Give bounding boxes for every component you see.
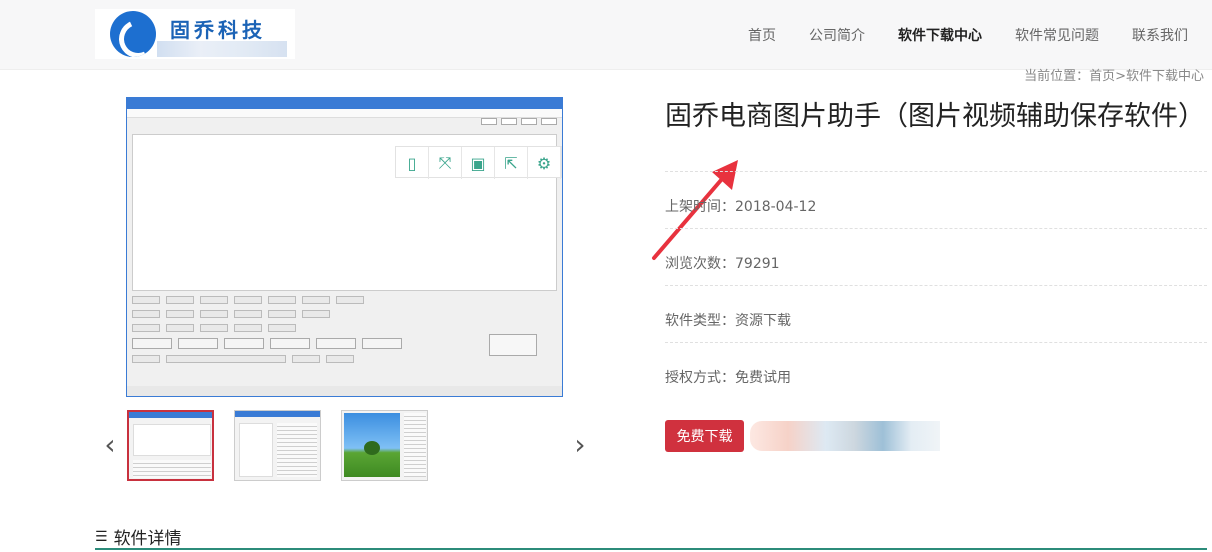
info-license: 授权方式：免费试用: [665, 342, 1207, 399]
landscape-image: [344, 413, 400, 477]
main-product-screenshot[interactable]: ▯ ⤧ ▣ ⇱ ⚙: [126, 97, 563, 397]
section-heading-label: 软件详情: [113, 529, 182, 549]
thumbnail-3[interactable]: [341, 410, 428, 481]
fullscreen-icon[interactable]: ⤧: [429, 147, 462, 179]
screenshot-start-button: [489, 334, 537, 356]
thumbnail-1[interactable]: [127, 410, 214, 481]
info-release-date: 上架时间：2018-04-12: [665, 171, 1207, 228]
section-heading: ☰ 软件详情: [95, 524, 182, 550]
prev-arrow-icon[interactable]: ‹: [100, 430, 120, 460]
logo-mark-icon: [110, 11, 156, 57]
nav-item-about[interactable]: 公司简介: [809, 25, 865, 45]
next-arrow-icon[interactable]: ›: [570, 430, 590, 460]
save-icon[interactable]: ▣: [462, 147, 495, 179]
share-icons-blurred[interactable]: [750, 421, 940, 451]
nav-item-faq[interactable]: 软件常见问题: [1015, 25, 1099, 45]
screenshot-titlebar: [127, 98, 562, 109]
nav-item-downloads[interactable]: 软件下载中心: [898, 25, 982, 45]
tablet-icon[interactable]: ▯: [396, 147, 429, 179]
screenshot-statusbar: [127, 386, 562, 396]
screenshot-menubar: [127, 109, 562, 118]
section-divider: [95, 548, 1207, 550]
screenshot-options-panel: [132, 296, 557, 384]
breadcrumb: 当前位置：首页>软件下载中心: [1024, 69, 1204, 84]
free-download-button[interactable]: 免费下载: [665, 420, 744, 452]
main-nav: 首页 公司简介 软件下载中心 软件常见问题 联系我们: [748, 25, 1188, 45]
nav-item-contact[interactable]: 联系我们: [1132, 25, 1188, 45]
top-bar: 固乔科技 首页 公司简介 软件下载中心 软件常见问题 联系我们: [0, 0, 1212, 70]
screenshot-urlbar: [127, 118, 562, 130]
sliders-icon: ☰: [95, 528, 108, 545]
nav-item-home[interactable]: 首页: [748, 25, 776, 45]
settings-icon[interactable]: ⚙: [528, 147, 561, 179]
share-icon[interactable]: ⇱: [495, 147, 528, 179]
logo-subtitle-blurred: [157, 41, 287, 57]
logo[interactable]: 固乔科技: [95, 9, 295, 59]
image-toolbar: ▯ ⤧ ▣ ⇱ ⚙: [395, 146, 562, 179]
thumbnail-strip: [127, 410, 428, 481]
thumbnail-2[interactable]: [234, 410, 321, 481]
info-type: 软件类型：资源下载: [665, 285, 1207, 342]
product-title: 固乔电商图片助手（图片视频辅助保存软件）: [665, 101, 1205, 132]
logo-text: 固乔科技: [170, 17, 266, 42]
info-views: 浏览次数：79291: [665, 228, 1207, 285]
